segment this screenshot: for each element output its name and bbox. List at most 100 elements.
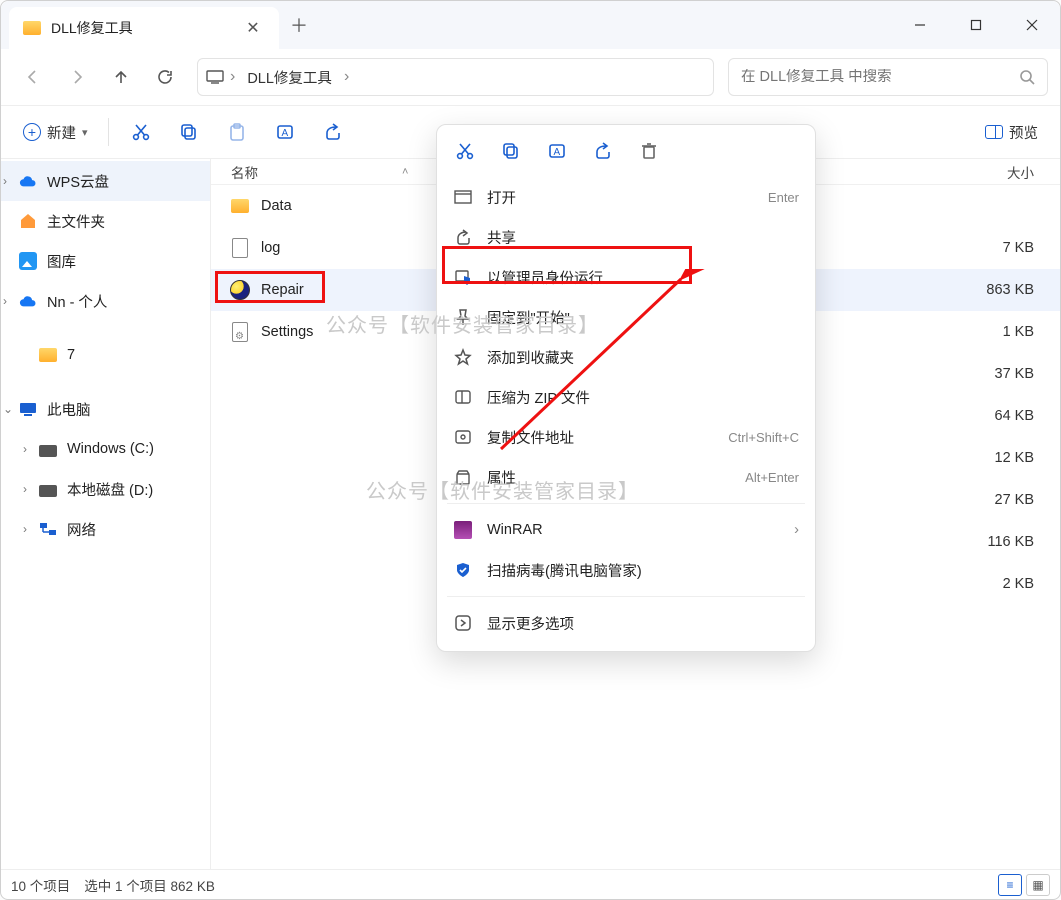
zip-icon [453, 389, 473, 405]
ctx-item-pin[interactable]: 固定到"开始" [437, 297, 815, 337]
pc-icon [206, 68, 224, 86]
new-button[interactable]: + 新建 ▾ [15, 114, 96, 150]
svg-text:A: A [281, 128, 288, 139]
chevron-down-icon: ▾ [82, 126, 88, 139]
context-menu: A 打开Enter 共享以管理员身份运行固定到"开始" 添加到收藏夹压缩为 ZIP … [436, 124, 816, 652]
refresh-button[interactable] [145, 57, 185, 97]
maximize-button[interactable] [948, 1, 1004, 49]
preview-button[interactable]: 预览 [977, 114, 1046, 150]
sidebar-item[interactable]: 7 [1, 335, 210, 375]
winrar-icon [453, 521, 473, 539]
drive-icon [39, 445, 57, 457]
preview-icon [985, 125, 1003, 139]
sidebar-item[interactable]: ⌄此电脑 [1, 389, 210, 429]
ctx-item-star[interactable]: 添加到收藏夹 [437, 337, 815, 377]
breadcrumb-segment[interactable]: DLL修复工具 [241, 63, 338, 92]
ctx-share-button[interactable] [589, 137, 617, 165]
status-selected: 选中 1 个项目 862 KB [84, 875, 215, 895]
copy-button[interactable] [169, 114, 209, 150]
ctx-item-label: 共享 [487, 227, 799, 248]
ctx-item-scan[interactable]: 扫描病毒(腾讯电脑管家) [437, 550, 815, 590]
back-button[interactable] [13, 57, 53, 97]
sidebar-item[interactable]: › Nn - 个人 [1, 281, 210, 321]
ctx-item-label: 压缩为 ZIP 文件 [487, 387, 799, 408]
sidebar-item[interactable]: 主文件夹 [1, 201, 210, 241]
ctx-rename-button[interactable]: A [543, 137, 571, 165]
ctx-item-admin[interactable]: 以管理员身份运行 [437, 257, 815, 297]
shortcut-hint: Alt+Enter [745, 470, 799, 485]
sidebar-item[interactable]: ›本地磁盘 (D:) [1, 469, 210, 509]
file-size: 27 KB [942, 492, 1052, 508]
view-details-button[interactable]: ≡ [998, 874, 1022, 896]
svg-text:A: A [554, 147, 561, 158]
address-bar[interactable]: › DLL修复工具 › [197, 58, 714, 96]
gallery-icon [19, 252, 37, 270]
ctx-item-props[interactable]: 属性 Alt+Enter [437, 457, 815, 497]
cloud-blue-icon [19, 172, 37, 190]
new-tab-button[interactable]: ＋ [279, 1, 319, 49]
more-icon [453, 614, 473, 632]
file-size: 1 KB [942, 324, 1052, 340]
minimize-button[interactable] [892, 1, 948, 49]
ctx-item-label: 属性 [487, 467, 731, 488]
pin-icon [453, 308, 473, 326]
sidebar-item-label: 本地磁盘 (D:) [67, 479, 153, 500]
chevron-right-icon: › [3, 294, 7, 308]
file-size: 116 KB [942, 534, 1052, 550]
file-icon [229, 573, 251, 595]
ctx-item-label: 扫描病毒(腾讯电脑管家) [487, 560, 799, 581]
chevron-down-icon: ⌄ [3, 402, 13, 416]
admin-icon [453, 268, 473, 286]
drive-icon [39, 485, 57, 497]
ctx-delete-button[interactable] [635, 137, 663, 165]
props-icon [453, 468, 473, 486]
ctx-cut-button[interactable] [451, 137, 479, 165]
close-button[interactable] [1004, 1, 1060, 49]
file-size: 64 KB [942, 408, 1052, 424]
tab-close-button[interactable]: ✕ [241, 16, 265, 40]
file-icon [229, 405, 251, 427]
sidebar-item-label: 图库 [47, 251, 76, 272]
sidebar-item[interactable]: 图库 [1, 241, 210, 281]
search-field[interactable] [728, 58, 1048, 96]
separator [108, 118, 109, 146]
ctx-item-label: 打开 [487, 187, 754, 208]
cut-button[interactable] [121, 114, 161, 150]
cloud-blue-icon [19, 292, 37, 310]
ctx-copy-button[interactable] [497, 137, 525, 165]
ctx-item-copypath[interactable]: 复制文件地址Ctrl+Shift+C [437, 417, 815, 457]
chevron-right-icon: › [344, 68, 349, 86]
copypath-icon [453, 429, 473, 445]
pc-icon [19, 400, 37, 418]
up-button[interactable] [101, 57, 141, 97]
tab-title: DLL修复工具 [51, 18, 231, 38]
ctx-item-winrar[interactable]: WinRAR› [437, 510, 815, 550]
share-icon [453, 228, 473, 246]
view-icons-button[interactable]: ▦ [1026, 874, 1050, 896]
ctx-item-share[interactable]: 共享 [437, 217, 815, 257]
search-input[interactable] [741, 69, 1019, 85]
ctx-item-zip[interactable]: 压缩为 ZIP 文件 [437, 377, 815, 417]
rename-button[interactable]: A [265, 114, 305, 150]
column-size-header[interactable]: 大小 [942, 162, 1052, 182]
folder-icon [39, 348, 57, 362]
search-icon [1019, 69, 1035, 85]
sidebar-item-label: 主文件夹 [47, 211, 105, 232]
sidebar-item[interactable]: ›Windows (C:) [1, 429, 210, 469]
sidebar-item-label: 网络 [67, 519, 96, 540]
ctx-item-label: 固定到"开始" [487, 307, 799, 328]
share-button[interactable] [313, 114, 353, 150]
sidebar-item[interactable]: ›WPS云盘 [1, 161, 210, 201]
explorer-tab[interactable]: DLL修复工具 ✕ [9, 7, 279, 49]
sidebar-item[interactable]: › 网络 [1, 509, 210, 549]
chevron-right-icon: › [23, 522, 27, 536]
ctx-item-more[interactable]: 显示更多选项 [437, 603, 815, 643]
sidebar-item-label: Nn - 个人 [47, 291, 107, 312]
chevron-right-icon: › [230, 68, 235, 86]
separator [447, 503, 805, 504]
shortcut-hint: Ctrl+Shift+C [728, 430, 799, 445]
open-icon [453, 190, 473, 204]
ctx-item-open[interactable]: 打开Enter [437, 177, 815, 217]
forward-button[interactable] [57, 57, 97, 97]
paste-button[interactable] [217, 114, 257, 150]
